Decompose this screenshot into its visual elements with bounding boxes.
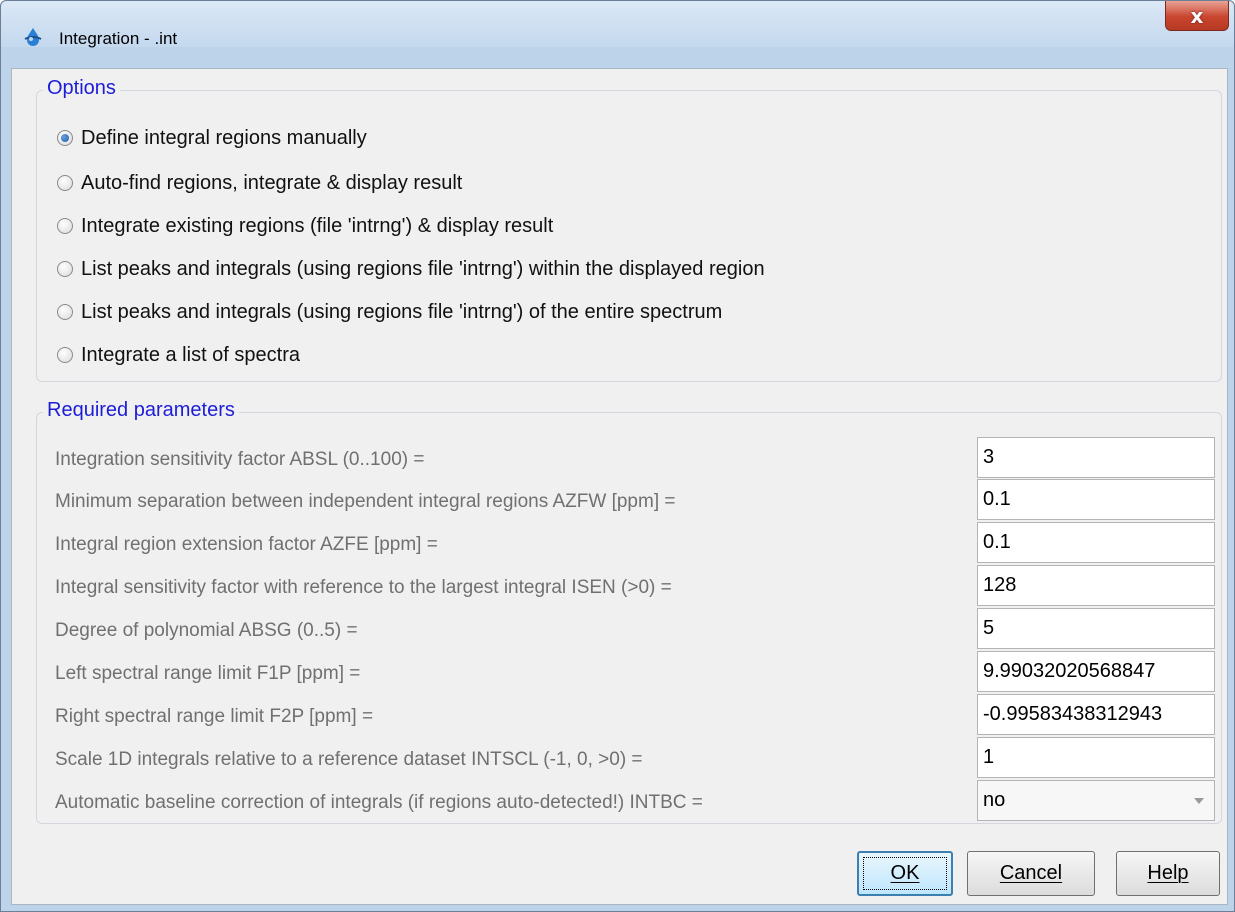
help-button[interactable]: Help	[1116, 851, 1220, 896]
app-icon	[24, 28, 42, 46]
radio-icon[interactable]	[57, 261, 73, 277]
integration-dialog: Integration - .int x Options Define inte…	[0, 0, 1235, 912]
parameters-group: Required parameters Integration sensitiv…	[36, 399, 1222, 824]
intbc-value: no	[983, 789, 1006, 811]
option-label: Integrate a list of spectra	[81, 343, 301, 366]
intbc-select[interactable]: no	[977, 780, 1215, 821]
param-label-f2p: Right spectral range limit F2P [ppm] =	[55, 706, 374, 727]
param-label-absg: Degree of polynomial ABSG (0..5) =	[55, 620, 358, 641]
cancel-button[interactable]: Cancel	[967, 851, 1095, 896]
param-label-f1p: Left spectral range limit F1P [ppm] =	[55, 663, 361, 684]
param-label-azfe: Integral region extension factor AZFE [p…	[55, 534, 438, 555]
option-label: Define integral regions manually	[81, 126, 367, 149]
close-icon: x	[1190, 4, 1204, 28]
chevron-down-icon[interactable]	[1194, 798, 1204, 804]
param-label-azfw: Minimum separation between independent i…	[55, 491, 676, 512]
absl-field[interactable]: 3	[977, 437, 1215, 478]
option-integrate-list[interactable]: Integrate a list of spectra	[57, 340, 300, 370]
param-label-absl: Integration sensitivity factor ABSL (0..…	[55, 449, 425, 470]
option-list-displayed[interactable]: List peaks and integrals (using regions …	[57, 254, 765, 284]
option-label: List peaks and integrals (using regions …	[81, 257, 765, 280]
close-button[interactable]: x	[1165, 1, 1229, 31]
radio-icon[interactable]	[57, 347, 73, 363]
option-label: Integrate existing regions (file 'intrng…	[81, 214, 554, 237]
absg-field[interactable]: 5	[977, 608, 1215, 649]
dialog-body: Options Define integral regions manually…	[11, 68, 1228, 905]
radio-icon[interactable]	[57, 175, 73, 191]
help-label: Help	[1147, 862, 1189, 884]
radio-icon[interactable]	[57, 304, 73, 320]
option-label: List peaks and integrals (using regions …	[81, 300, 723, 323]
options-legend: Options	[43, 77, 120, 100]
ok-button[interactable]: OK	[857, 851, 953, 896]
option-integrate-existing[interactable]: Integrate existing regions (file 'intrng…	[57, 211, 553, 241]
isen-field[interactable]: 128	[977, 565, 1215, 606]
azfw-field[interactable]: 0.1	[977, 479, 1215, 520]
f2p-field[interactable]: -0.99583438312943	[977, 694, 1215, 735]
title-bar[interactable]: Integration - .int x	[1, 1, 1234, 48]
radio-icon[interactable]	[57, 218, 73, 234]
focus-ring	[863, 857, 947, 890]
parameters-legend: Required parameters	[43, 399, 239, 422]
param-label-isen: Integral sensitivity factor with referen…	[55, 577, 672, 598]
radio-icon[interactable]	[57, 130, 73, 146]
option-auto-find[interactable]: Auto-find regions, integrate & display r…	[57, 168, 462, 198]
azfe-field[interactable]: 0.1	[977, 522, 1215, 563]
option-list-entire[interactable]: List peaks and integrals (using regions …	[57, 297, 722, 327]
window-title: Integration - .int	[59, 29, 178, 48]
param-label-intbc: Automatic baseline correction of integra…	[55, 792, 703, 813]
cancel-label: Cancel	[999, 862, 1063, 884]
intscl-field[interactable]: 1	[977, 737, 1215, 778]
option-label: Auto-find regions, integrate & display r…	[81, 171, 463, 194]
f1p-field[interactable]: 9.99032020568847	[977, 651, 1215, 692]
options-group: Options Define integral regions manually…	[36, 77, 1222, 382]
param-label-intscl: Scale 1D integrals relative to a referen…	[55, 749, 643, 770]
option-define-manually[interactable]: Define integral regions manually	[57, 123, 367, 153]
